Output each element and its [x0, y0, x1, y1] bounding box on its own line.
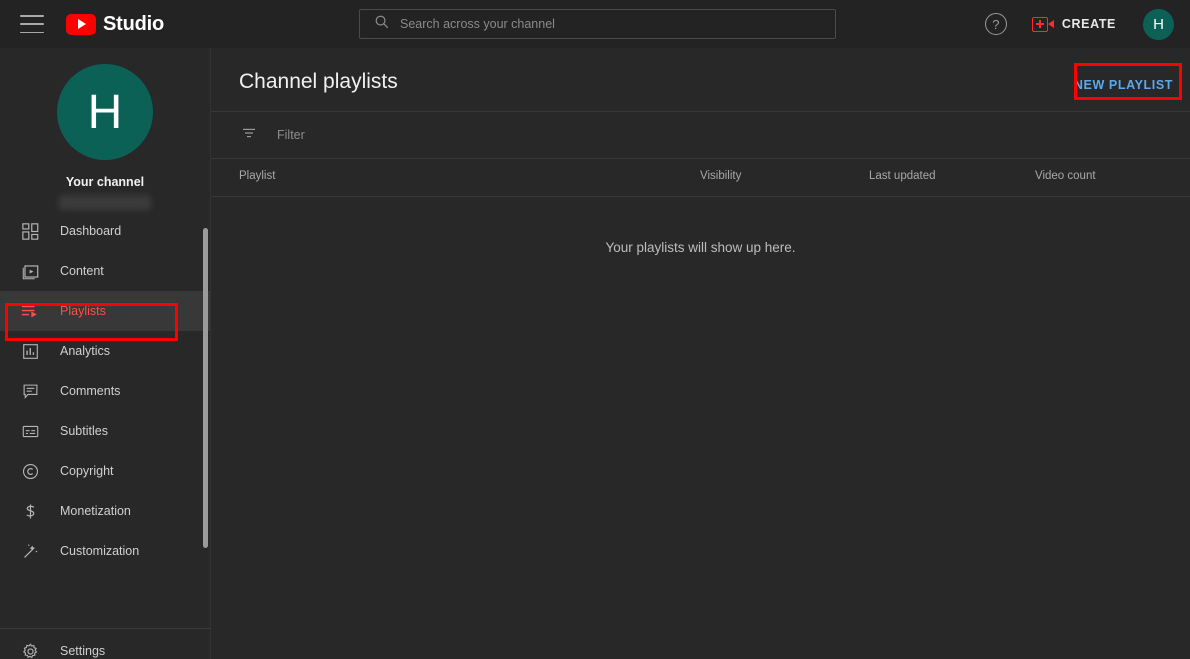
- sidebar-item-label: Dashboard: [60, 224, 122, 238]
- sidebar: H Your channel Dashboard Content Playlis…: [0, 48, 211, 659]
- sidebar-item-label: Copyright: [60, 464, 114, 478]
- gear-icon: [18, 639, 42, 659]
- your-channel-block[interactable]: H Your channel: [0, 48, 210, 210]
- sidebar-item-label: Settings: [60, 644, 106, 658]
- column-header-video-count[interactable]: Video count: [1035, 170, 1096, 182]
- table-header-row: Playlist Visibility Last updated Video c…: [211, 159, 1190, 196]
- top-bar: Studio ? CREATE H: [0, 0, 1190, 48]
- sidebar-item-label: Content: [60, 264, 104, 278]
- comment-bubble-icon: [18, 379, 42, 403]
- create-button[interactable]: CREATE: [1021, 11, 1129, 38]
- subtitles-icon: [18, 419, 42, 443]
- sidebar-item-label: Playlists: [60, 304, 106, 318]
- sidebar-item-analytics[interactable]: Analytics: [0, 331, 210, 371]
- copyright-icon: [18, 459, 42, 483]
- sidebar-item-subtitles[interactable]: Subtitles: [0, 411, 210, 451]
- sidebar-item-settings[interactable]: Settings: [0, 631, 210, 659]
- filter-bar[interactable]: Filter: [211, 112, 1190, 158]
- new-playlist-button[interactable]: NEW PLAYLIST: [1064, 70, 1183, 100]
- search-box[interactable]: [359, 9, 836, 39]
- dashboard-grid-icon: [18, 219, 42, 243]
- video-square-icon: [18, 259, 42, 283]
- sidebar-item-content[interactable]: Content: [0, 251, 210, 291]
- magic-wand-icon: [18, 539, 42, 563]
- sidebar-bottom-nav: Settings Send feedback: [0, 631, 210, 659]
- sidebar-item-label: Monetization: [60, 504, 131, 518]
- sidebar-item-label: Analytics: [60, 344, 111, 358]
- sidebar-scrollbar-thumb[interactable]: [203, 228, 208, 548]
- studio-brand-logo[interactable]: Studio: [66, 13, 164, 36]
- channel-handle-redacted: [59, 195, 151, 210]
- search-input[interactable]: [400, 17, 835, 31]
- empty-state-message: Your playlists will show up here.: [605, 240, 796, 255]
- sidebar-item-copyright[interactable]: Copyright: [0, 451, 210, 491]
- page-title: Channel playlists: [239, 70, 398, 93]
- your-channel-label: Your channel: [65, 175, 145, 189]
- filter-icon[interactable]: [241, 125, 257, 146]
- top-bar-actions: ? CREATE H: [984, 0, 1174, 48]
- hamburger-menu-icon[interactable]: [20, 15, 44, 33]
- youtube-logo-icon: [66, 13, 96, 35]
- brand-text: Studio: [103, 12, 165, 35]
- sidebar-item-dashboard[interactable]: Dashboard: [0, 211, 210, 251]
- sidebar-scrollbar-track[interactable]: [203, 218, 208, 623]
- column-header-playlist[interactable]: Playlist: [239, 170, 275, 182]
- sidebar-item-label: Comments: [60, 384, 121, 398]
- sidebar-nav: Dashboard Content Playlists Analytics Co…: [0, 211, 210, 628]
- sidebar-item-comments[interactable]: Comments: [0, 371, 210, 411]
- filter-placeholder: Filter: [277, 128, 305, 142]
- column-header-last-updated[interactable]: Last updated: [869, 170, 936, 182]
- sidebar-item-customization[interactable]: Customization: [0, 531, 210, 571]
- sidebar-item-monetization[interactable]: Monetization: [0, 491, 210, 531]
- create-button-label: CREATE: [1061, 17, 1116, 31]
- playlist-lines-icon: [18, 299, 42, 323]
- table-header-divider: [211, 196, 1190, 197]
- sidebar-divider: [0, 628, 210, 629]
- avatar[interactable]: H: [1143, 8, 1174, 40]
- dollar-sign-icon: [18, 499, 42, 523]
- sidebar-item-label: Customization: [60, 544, 140, 558]
- main-content: Channel playlists NEW PLAYLIST Filter Pl…: [211, 48, 1190, 659]
- video-camera-plus-icon: [1031, 16, 1054, 32]
- sidebar-item-playlists[interactable]: Playlists: [0, 291, 210, 331]
- bar-chart-icon: [18, 339, 42, 363]
- help-icon[interactable]: ?: [984, 13, 1007, 35]
- channel-avatar: H: [57, 64, 153, 160]
- column-header-visibility[interactable]: Visibility: [700, 170, 741, 182]
- search-icon: [374, 14, 389, 34]
- sidebar-item-label: Subtitles: [60, 424, 108, 438]
